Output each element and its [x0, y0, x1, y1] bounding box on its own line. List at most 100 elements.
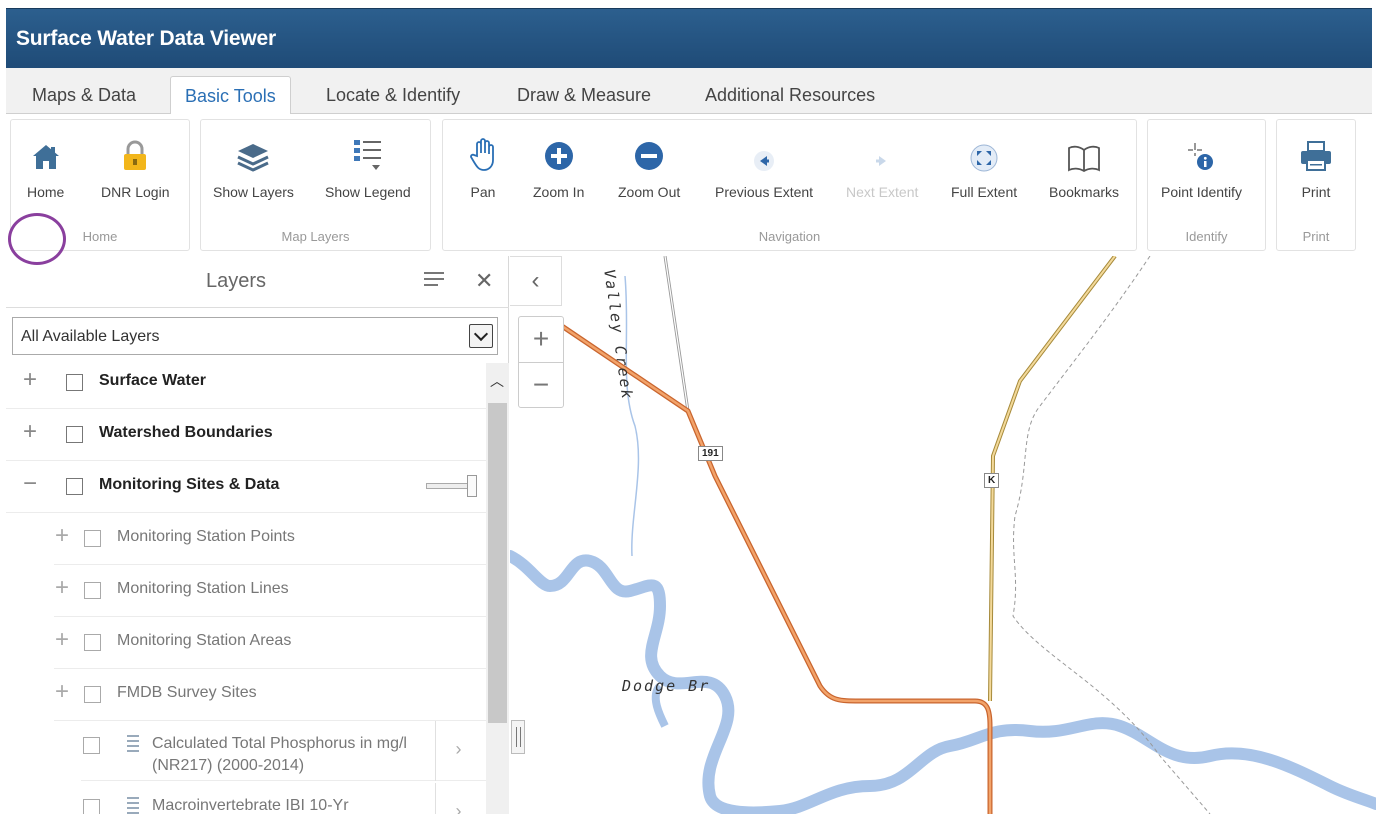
zoom-in-icon	[533, 134, 584, 172]
layer-checkbox[interactable]	[83, 737, 100, 754]
expand-icon[interactable]: +	[52, 522, 72, 550]
show-legend-button[interactable]: Show Legend	[325, 134, 411, 200]
layer-tree: + Surface Water + Watershed Boundaries −…	[6, 363, 486, 814]
pan-button[interactable]: Pan	[469, 134, 497, 200]
route-191-shield: 191	[698, 446, 723, 461]
layers-icon	[213, 134, 294, 172]
chevron-down-icon[interactable]	[469, 324, 493, 348]
layer-filter-value: All Available Layers	[21, 328, 160, 345]
group-label-print: Print	[1302, 229, 1330, 244]
chevron-left-icon: ‹	[531, 267, 540, 294]
printer-icon	[1299, 134, 1333, 172]
layer-checkbox[interactable]	[84, 530, 101, 547]
app-header: Surface Water Data Viewer	[6, 8, 1372, 68]
tab-additional-resources[interactable]: Additional Resources	[691, 76, 889, 114]
zoom-out-button[interactable]: Zoom Out	[618, 134, 680, 200]
map-zoom-control: + −	[518, 316, 564, 408]
pan-label: Pan	[470, 184, 496, 200]
arrow-left-icon	[715, 134, 813, 172]
home-icon	[27, 134, 64, 172]
bridge-label: Dodge Br	[622, 677, 711, 695]
tab-locate-identify[interactable]: Locate & Identify	[312, 76, 474, 114]
arrow-right-icon	[846, 134, 918, 172]
layer-label: Watershed Boundaries	[99, 424, 273, 441]
dnr-login-label: DNR Login	[101, 184, 170, 200]
layer-checkbox[interactable]	[66, 374, 83, 391]
group-label-identify: Identify	[1185, 229, 1228, 244]
zoom-in-label: Zoom In	[533, 184, 585, 200]
legend-icon	[325, 134, 411, 172]
group-identify: Point Identify Identify	[1147, 119, 1266, 251]
zoom-out-label: Zoom Out	[618, 184, 681, 200]
previous-extent-label: Previous Extent	[715, 184, 814, 200]
scrollbar-thumb[interactable]	[488, 403, 507, 723]
collapse-icon[interactable]: −	[20, 470, 40, 498]
group-label-navigation: Navigation	[758, 229, 821, 244]
layer-checkbox[interactable]	[66, 478, 83, 495]
chevron-right-icon[interactable]: ›	[435, 783, 481, 814]
zoom-out-icon	[618, 134, 680, 172]
route-k-shield: K	[984, 473, 1000, 488]
dnr-login-button[interactable]: DNR Login	[101, 134, 169, 200]
chevron-right-icon[interactable]: ›	[435, 721, 481, 781]
layer-row-station-areas: + Monitoring Station Areas	[54, 617, 486, 669]
layer-row-station-points: + Monitoring Station Points	[54, 513, 486, 565]
zoom-in-button[interactable]: Zoom In	[533, 134, 584, 200]
layer-checkbox[interactable]	[84, 634, 101, 651]
show-layers-button[interactable]: Show Layers	[213, 134, 294, 200]
panel-resize-handle[interactable]	[511, 720, 525, 754]
tab-maps-data[interactable]: Maps & Data	[18, 76, 150, 114]
group-label-map-layers: Map Layers	[281, 229, 350, 244]
expand-icon[interactable]: +	[52, 678, 72, 706]
expand-icon[interactable]: +	[20, 418, 40, 446]
expand-icon[interactable]: +	[52, 574, 72, 602]
layer-row-macroinvertebrate: Macroinvertebrate IBI 10-Yr ›	[81, 783, 486, 814]
legend-icon	[121, 735, 139, 755]
expand-icon[interactable]: +	[52, 626, 72, 654]
tab-draw-measure[interactable]: Draw & Measure	[503, 76, 665, 114]
layer-tree-scrollbar[interactable]: ︿	[486, 363, 509, 814]
collapse-panel-button[interactable]: ‹	[510, 256, 562, 306]
layer-label: Macroinvertebrate IBI 10-Yr	[152, 797, 349, 814]
previous-extent-button[interactable]: Previous Extent	[715, 134, 813, 200]
layer-label: Monitoring Station Lines	[117, 580, 289, 597]
map-zoom-in-button[interactable]: +	[519, 317, 563, 363]
point-identify-button[interactable]: Point Identify	[1161, 134, 1242, 200]
layer-checkbox[interactable]	[84, 686, 101, 703]
tab-basic-tools[interactable]: Basic Tools	[170, 76, 291, 115]
print-button[interactable]: Print	[1299, 134, 1333, 200]
layer-checkbox[interactable]	[84, 582, 101, 599]
show-layers-label: Show Layers	[213, 184, 294, 200]
opacity-slider[interactable]	[426, 475, 477, 497]
book-icon	[1049, 134, 1119, 172]
next-extent-label: Next Extent	[846, 184, 919, 200]
expand-icon[interactable]: +	[20, 366, 40, 394]
menu-icon[interactable]	[424, 272, 444, 290]
next-extent-button[interactable]: Next Extent	[846, 134, 918, 200]
layers-panel: Layers ✕ All Available Layers + Surface …	[6, 256, 509, 814]
close-icon[interactable]: ✕	[475, 268, 493, 294]
tool-ribbon: Home DNR Login Home Show Layers Show Leg…	[6, 114, 1372, 256]
layer-checkbox[interactable]	[66, 426, 83, 443]
group-navigation: Pan Zoom In Zoom Out Previous Extent Nex…	[442, 119, 1137, 251]
slider-handle[interactable]	[467, 475, 477, 497]
layer-checkbox[interactable]	[83, 799, 100, 814]
full-extent-button[interactable]: Full Extent	[951, 134, 1017, 200]
layers-panel-title: Layers	[205, 270, 267, 292]
show-legend-label: Show Legend	[325, 184, 411, 200]
home-button[interactable]: Home	[27, 134, 64, 200]
layer-row-monitoring-sites: − Monitoring Sites & Data	[6, 461, 486, 513]
full-extent-label: Full Extent	[951, 184, 1018, 200]
app-title: Surface Water Data Viewer	[16, 27, 276, 50]
layer-filter-dropdown[interactable]: All Available Layers	[12, 317, 498, 355]
layers-panel-header: Layers ✕	[6, 256, 509, 308]
map-view[interactable]: Valley Creek Dodge Br 191 K	[510, 256, 1376, 814]
map-zoom-out-button[interactable]: −	[519, 363, 563, 409]
hand-icon	[469, 134, 497, 172]
layer-label: FMDB Survey Sites	[117, 684, 257, 701]
lock-icon	[101, 134, 169, 172]
layer-row-total-phosphorus: Calculated Total Phosphorus in mg/l (NR21…	[81, 721, 486, 781]
bookmarks-button[interactable]: Bookmarks	[1049, 134, 1119, 200]
group-print: Print Print	[1276, 119, 1356, 251]
chevron-up-icon[interactable]: ︿	[490, 371, 504, 391]
